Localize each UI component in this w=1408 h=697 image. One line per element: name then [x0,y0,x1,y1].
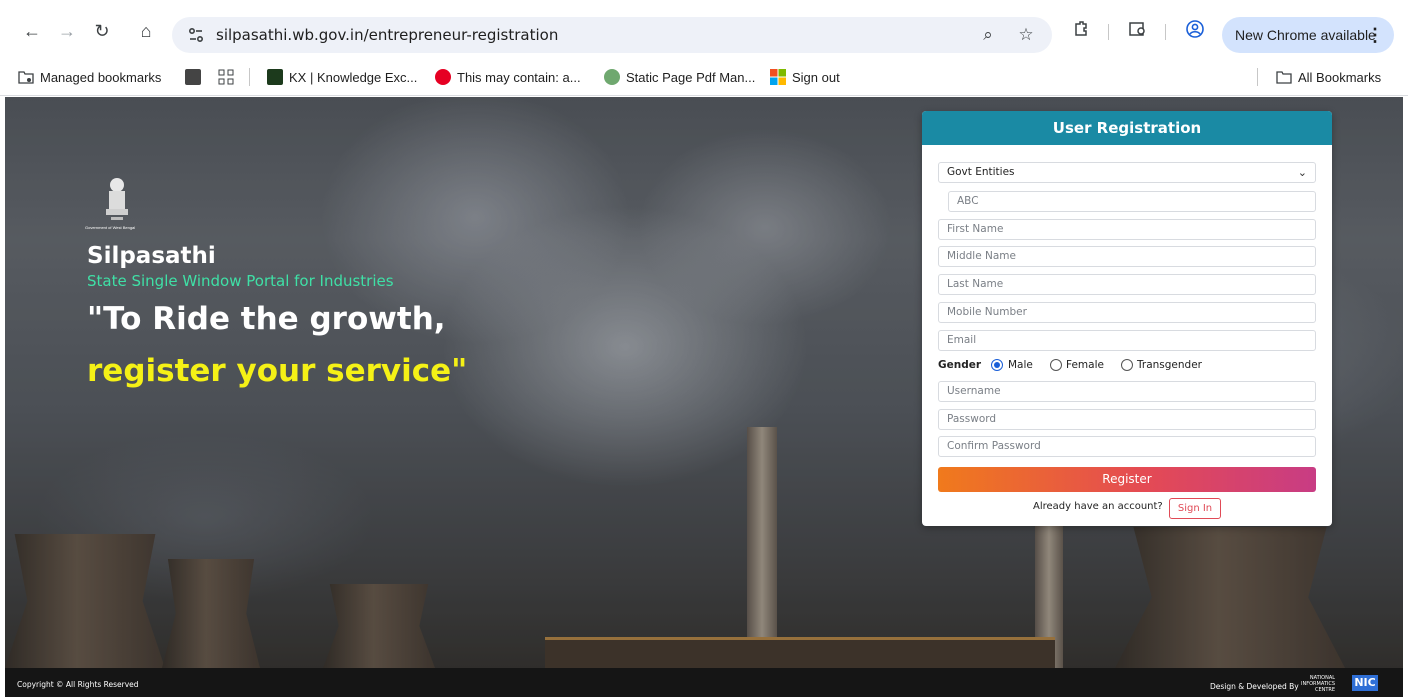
gender-male-label[interactable]: Male [1008,359,1033,371]
bookmark-managed[interactable]: Managed bookmarks [18,69,161,87]
gender-transgender-radio[interactable] [1121,359,1133,371]
all-bookmarks-button[interactable]: All Bookmarks [1276,69,1381,87]
nic-line: CENTRE [1314,687,1336,693]
confirm-password-field[interactable]: Confirm Password [938,436,1316,457]
email-field[interactable]: Email [938,330,1316,351]
state-emblem-icon [106,178,128,220]
first-name-field[interactable]: First Name [938,219,1316,240]
managed-folder-icon [18,71,34,84]
nic-wordmark: NATIONAL INFORMATICS CENTRE [1301,675,1335,693]
registration-title: User Registration [922,111,1332,145]
chrome-update-label: New Chrome available [1235,27,1376,43]
mobile-number-field[interactable]: Mobile Number [938,302,1316,323]
bookmarks-bar: Managed bookmarks KX | Knowledge Exc... … [0,60,1408,96]
sign-in-button[interactable]: Sign In [1169,498,1221,519]
chrome-update-button[interactable]: New Chrome available ⋮ [1222,17,1394,53]
bookmark-divider [1257,68,1258,86]
bookmark-sign-out[interactable]: Sign out [770,69,840,87]
hero-quote-line2: register your service" [87,353,468,389]
forward-icon[interactable]: → [55,19,79,43]
bookmark-apps[interactable] [218,69,240,87]
have-account-text: Already have an account? [1033,501,1163,512]
bookmark-divider [249,68,250,86]
password-field[interactable]: Password [938,409,1316,430]
star-icon[interactable]: ☆ [1016,25,1036,45]
bookmark-label: Static Page Pdf Man... [626,70,756,85]
pinterest-icon [435,69,451,85]
bookmark-square-icon [185,69,201,85]
nic-logo-icon: NIC [1352,675,1378,691]
back-icon[interactable]: ← [20,19,44,43]
all-bookmarks-label: All Bookmarks [1298,70,1382,85]
address-bar[interactable]: silpasathi.wb.gov.in/entrepreneur-regist… [172,17,1052,53]
chevron-down-icon: ⌄ [1297,166,1307,179]
site-settings-icon[interactable] [186,25,206,45]
bookmark-kx[interactable]: KX | Knowledge Exc... [267,69,417,87]
registration-card: User Registration Govt Entities ⌄ ABC Fi… [922,111,1332,526]
static-page-icon [604,69,620,85]
hero-quote-line1: "To Ride the growth, [87,301,446,337]
zoom-icon[interactable]: ⌕ [978,25,998,45]
emblem-caption: Government of West Bengal [85,225,136,230]
reload-icon[interactable]: ↻ [90,19,114,43]
entity-type-value: Govt Entities [947,166,1015,178]
profile-icon[interactable] [1184,19,1206,41]
apps-grid-icon [218,69,234,85]
register-button[interactable]: Register [938,467,1316,492]
bookmark-static-page[interactable]: Static Page Pdf Man... [604,69,755,87]
home-icon[interactable]: ⌂ [134,19,158,43]
brand-tagline: State Single Window Portal for Industrie… [87,272,394,290]
url-text[interactable]: silpasathi.wb.gov.in/entrepreneur-regist… [216,26,558,44]
kx-logo-icon [267,69,283,85]
bookmark-label: KX | Knowledge Exc... [289,70,418,85]
gender-female-radio[interactable] [1050,359,1062,371]
entity-name-field[interactable]: ABC [948,191,1316,212]
last-name-field[interactable]: Last Name [938,274,1316,295]
bookmark-label: This may contain: a... [457,70,581,85]
username-field[interactable]: Username [938,381,1316,402]
bookmark-label: Sign out [792,70,840,85]
menu-dots-icon: ⋮ [1366,25,1384,45]
page-footer: Copyright © All Rights Reserved Design &… [5,668,1403,697]
middle-name-field[interactable]: Middle Name [938,246,1316,267]
developed-by-text: Design & Developed By [1210,682,1299,691]
browser-toolbar: ← → ↻ ⌂ silpasathi.wb.gov.in/entrepreneu… [0,0,1408,60]
folder-icon [1276,71,1292,84]
brand-title: Silpasathi [87,243,216,269]
tab-search-icon[interactable] [1127,19,1149,41]
copyright-text: Copyright © All Rights Reserved [17,680,139,689]
bookmark-pinterest[interactable]: This may contain: a... [435,69,581,87]
bookmark-blank[interactable] [185,69,207,87]
bookmark-label: Managed bookmarks [40,70,162,85]
toolbar-divider [1165,24,1166,40]
toolbar-divider [1108,24,1109,40]
gender-transgender-label[interactable]: Transgender [1137,359,1202,371]
gender-label: Gender [938,359,982,371]
entity-type-select[interactable]: Govt Entities ⌄ [938,162,1316,183]
gender-male-radio[interactable] [991,359,1003,371]
microsoft-icon [770,69,786,85]
gender-female-label[interactable]: Female [1066,359,1104,371]
extensions-icon[interactable] [1070,19,1092,41]
